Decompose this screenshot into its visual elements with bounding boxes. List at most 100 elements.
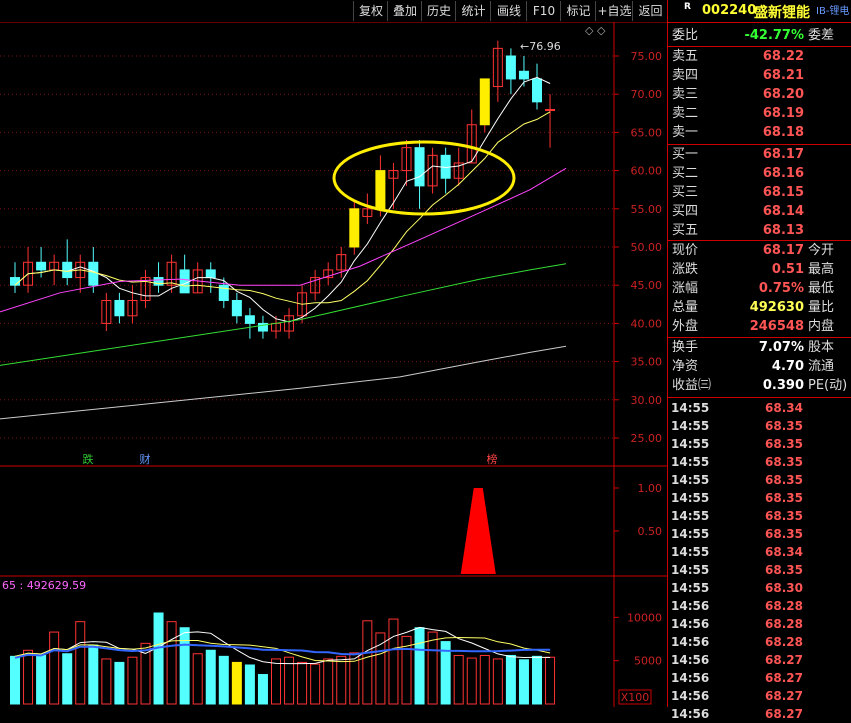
stock-header: R 002240 盛新锂能 IB-锂电: [668, 0, 851, 22]
toolbar-button-4[interactable]: 画线: [490, 1, 527, 21]
stat-row-label: 涨跌: [672, 262, 699, 277]
volume-tick-label: 10000: [627, 611, 662, 624]
tick-row: 14:55 68.34: [668, 399, 851, 417]
divider: [668, 397, 851, 398]
tick-row: 14:55 68.35: [668, 417, 851, 435]
toolbar-button-1[interactable]: 叠加: [387, 1, 422, 21]
candle-body: [505, 55, 516, 80]
stat-row-label2: 最低: [808, 281, 835, 296]
tick-time: 14:55: [671, 509, 710, 523]
volume-bar: [492, 658, 503, 705]
volume-bar: [284, 656, 295, 705]
stat-row-value: 0.51: [771, 262, 804, 277]
tick-row: 14:55 68.35: [668, 507, 851, 525]
stat-row-value: 68.17: [762, 243, 804, 258]
tick-price: 68.27: [765, 671, 803, 685]
candle-body: [532, 78, 542, 103]
price-tick-label: 30.00: [631, 394, 663, 407]
indicator-tick-label: 0.50: [638, 525, 663, 538]
price-tick-label: 60.00: [631, 165, 663, 178]
toolbar-button-0[interactable]: 复权: [353, 1, 388, 21]
event-marker: 榜: [487, 452, 498, 466]
volume-bar: [414, 627, 425, 705]
toolbar-button-7[interactable]: +自选: [595, 1, 633, 21]
tick-price: 68.35: [765, 473, 803, 487]
toolbar-button-3[interactable]: 统计: [455, 1, 491, 21]
volume-bar: [75, 621, 86, 705]
stat2-row-label: 收益㈢: [672, 378, 712, 393]
stat-row-label: 外盘: [672, 319, 699, 334]
tick-price: 68.27: [765, 653, 803, 667]
stat-row: 涨跌 0.51 最高: [668, 260, 851, 279]
tick-row: 14:56 68.27: [668, 669, 851, 687]
buy-row-label: 买三: [672, 185, 699, 200]
tick-price: 68.35: [765, 455, 803, 469]
buy-row-value: 68.15: [762, 185, 804, 200]
tick-price: 68.35: [765, 527, 803, 541]
tick-price: 68.30: [765, 581, 803, 595]
ma120-line: [0, 345, 567, 420]
ma60-line: [0, 263, 567, 366]
stat2-row-label2: 流通: [808, 359, 835, 374]
kline-chart[interactable]: 75.00 70.00 65.00 60.00 55.00 50.00 45.00 40.00…: [0, 0, 667, 707]
price-tick-label: 45.00: [631, 279, 663, 292]
tick-time: 14:55: [671, 473, 710, 487]
stat-row-label: 总量: [672, 300, 699, 315]
sell-row-value: 68.20: [762, 87, 804, 102]
volume-bar: [205, 649, 216, 705]
volume-bar: [179, 627, 190, 705]
stat-row: 现价 68.17 今开: [668, 241, 851, 260]
volume-bar: [545, 656, 556, 705]
candle-body: [205, 269, 216, 279]
wei-bi-label: 委比: [672, 28, 699, 43]
sell-row-label: 卖一: [672, 125, 699, 140]
candle-body: [10, 277, 20, 286]
candle-body: [479, 78, 490, 126]
sell-row-value: 68.21: [762, 68, 804, 83]
candle-body: [375, 170, 386, 210]
candle-body: [36, 261, 47, 271]
price-tick-label: 70.00: [631, 88, 663, 101]
volume-bar: [114, 661, 125, 705]
tick-price: 68.28: [765, 617, 803, 631]
tick-price: 68.35: [765, 563, 803, 577]
candle-body: [231, 299, 242, 317]
price-tick-label: 75.00: [631, 50, 663, 63]
tick-time: 14:55: [671, 563, 710, 577]
tick-time: 14:56: [671, 617, 710, 631]
price-tick-label: 35.00: [631, 356, 663, 369]
volume-bar: [192, 653, 203, 705]
ma20-line: [0, 167, 567, 313]
volume-bar: [257, 674, 268, 705]
sell-row: 卖三 68.20: [668, 85, 851, 104]
stat2-row: 收益㈢ 0.390 PE(动): [668, 376, 851, 395]
tick-row: 14:55 68.30: [668, 579, 851, 597]
volume-bar: [310, 663, 321, 705]
toolbar-button-6[interactable]: 标记: [560, 1, 596, 21]
tick-price: 68.28: [765, 599, 803, 613]
event-marker: 跌: [83, 452, 94, 466]
stat-row-label: 现价: [672, 243, 699, 258]
candle-body: [88, 261, 99, 286]
volume-bar: [388, 618, 399, 705]
toolbar-button-8[interactable]: 返回: [632, 1, 668, 21]
r-tag: R: [684, 2, 691, 12]
tick-time: 14:56: [671, 635, 710, 649]
candle-body: [114, 299, 125, 317]
wei-bi-row: 委比 -42.77% 委差: [668, 26, 851, 45]
indicator-tick-label: 1.00: [638, 482, 663, 495]
wei-bi-value: -42.77%: [744, 28, 804, 43]
toolbar-button-2[interactable]: 历史: [421, 1, 456, 21]
indicator-spike: [460, 488, 496, 574]
volume-bar: [166, 621, 177, 705]
pane-toggle-icon: ◇ ◇: [585, 24, 606, 37]
volume-bar: [336, 655, 347, 705]
stat-row: 涨幅 0.75% 最低: [668, 279, 851, 298]
stat-row-value: 492630: [749, 300, 804, 315]
volume-bar: [88, 644, 99, 705]
tick-row: 14:55 68.35: [668, 525, 851, 543]
stat2-row: 净资 4.70 流通: [668, 357, 851, 376]
volume-bar: [36, 654, 47, 705]
toolbar-button-5[interactable]: F10: [526, 1, 561, 21]
buy-row-label: 买一: [672, 147, 699, 162]
